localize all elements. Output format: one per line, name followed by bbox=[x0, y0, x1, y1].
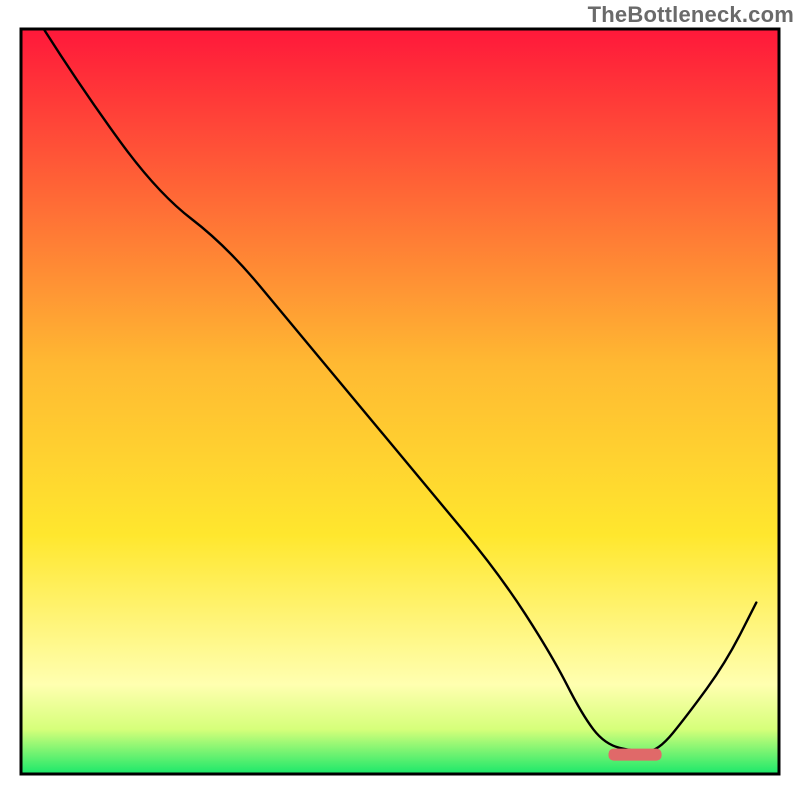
watermark-label: TheBottleneck.com bbox=[588, 2, 794, 28]
bottleneck-chart bbox=[0, 0, 800, 800]
gradient-background bbox=[21, 29, 779, 774]
chart-container: TheBottleneck.com bbox=[0, 0, 800, 800]
optimal-marker bbox=[609, 749, 662, 761]
